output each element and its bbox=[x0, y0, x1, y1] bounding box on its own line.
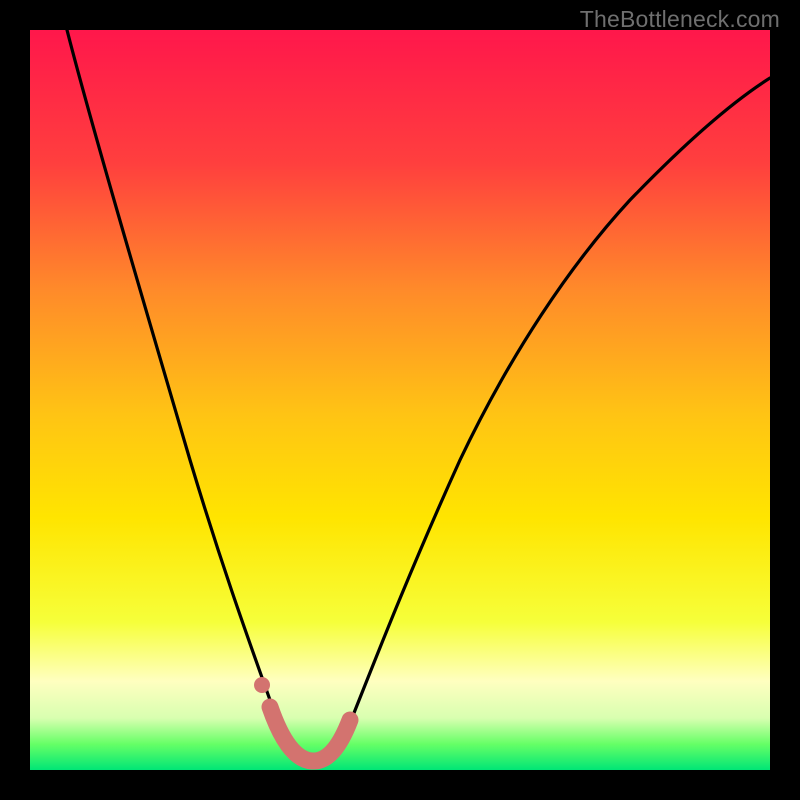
chart-frame bbox=[30, 30, 770, 770]
gradient-background bbox=[30, 30, 770, 770]
highlight-dot bbox=[254, 677, 270, 693]
bottleneck-chart bbox=[30, 30, 770, 770]
watermark-text: TheBottleneck.com bbox=[580, 6, 780, 33]
